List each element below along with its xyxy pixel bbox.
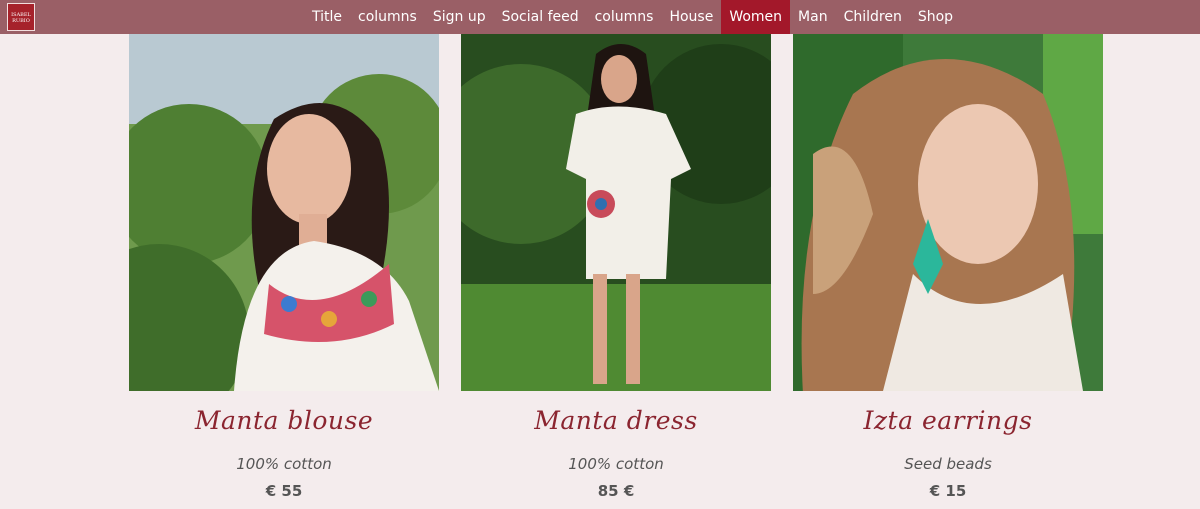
nav-item-title[interactable]: Title [304, 0, 350, 34]
product-title: Manta blouse [194, 406, 374, 435]
product-title: Izta earrings [863, 406, 1033, 435]
nav-item-columns[interactable]: columns [350, 0, 425, 34]
product-material: Seed beads [904, 455, 992, 473]
nav-item-social-feed[interactable]: Social feed [494, 0, 587, 34]
nav-item-columns-2[interactable]: columns [587, 0, 662, 34]
product-material: 100% cotton [236, 455, 332, 473]
woman-earrings-photo[interactable] [793, 34, 1103, 391]
product-card-izta-earrings[interactable]: Izta earrings Seed beads € 15 [793, 34, 1103, 509]
product-price: € 15 [929, 482, 967, 500]
product-title: Manta dress [534, 406, 698, 435]
product-price: 85 € [597, 482, 635, 500]
nav-item-shop[interactable]: Shop [910, 0, 961, 34]
nav-item-man[interactable]: Man [790, 0, 836, 34]
woman-dress-photo[interactable] [461, 34, 771, 391]
brand-logo[interactable]: ISABEL RUBIO [7, 3, 35, 31]
product-material: 100% cotton [568, 455, 664, 473]
nav-item-women[interactable]: Women [721, 0, 791, 34]
nav-item-sign-up[interactable]: Sign up [425, 0, 494, 34]
product-card-manta-blouse[interactable]: Manta blouse 100% cotton € 55 [129, 34, 439, 509]
woman-blouse-photo[interactable] [129, 34, 439, 391]
product-price: € 55 [265, 482, 303, 500]
nav-item-house[interactable]: House [661, 0, 721, 34]
main-nav: Title columns Sign up Social feed column… [304, 0, 961, 34]
nav-item-children[interactable]: Children [836, 0, 910, 34]
product-card-manta-dress[interactable]: Manta dress 100% cotton 85 € [461, 34, 771, 509]
top-navbar: ISABEL RUBIO Title columns Sign up Social… [0, 0, 1200, 34]
